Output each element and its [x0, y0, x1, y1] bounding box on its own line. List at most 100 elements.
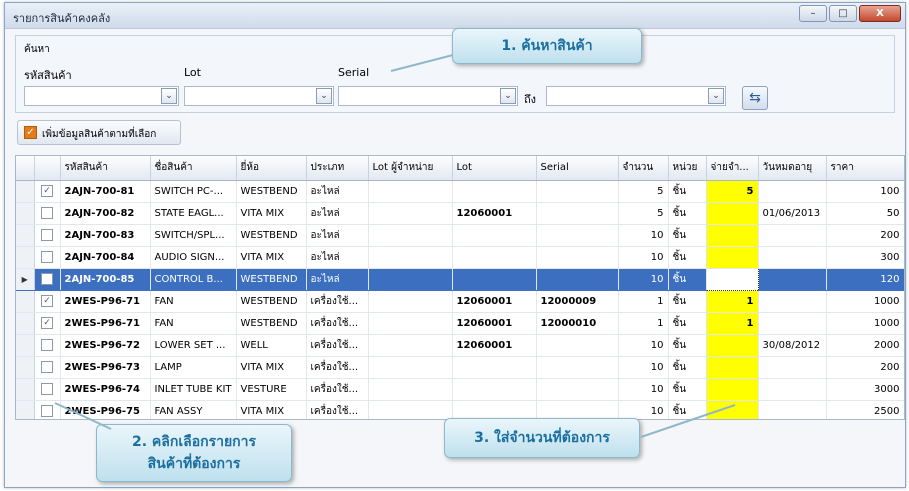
cell-name: FAN ASSY — [150, 400, 237, 419]
cell-price: 1000 — [826, 312, 904, 335]
row-checkbox[interactable] — [41, 383, 53, 395]
row-indicator[interactable] — [16, 246, 35, 269]
cell-type: เครื่องใช้... — [306, 334, 369, 357]
header-code[interactable]: รหัสสินค้า — [60, 156, 151, 181]
row-checkbox-cell — [34, 246, 61, 269]
row-indicator[interactable]: ▶ — [16, 268, 35, 291]
row-checkbox[interactable] — [41, 273, 53, 285]
row-indicator[interactable] — [16, 202, 35, 225]
chevron-down-icon[interactable]: ⌄ — [316, 88, 332, 104]
cell-issue[interactable] — [705, 267, 759, 291]
table-row[interactable]: 2AJN-700-82 STATE EAGL... VITA MIX อะไหล่ 12… — [16, 202, 904, 225]
cell-vendor-lot — [368, 400, 453, 419]
cell-serial — [536, 224, 619, 247]
row-checkbox[interactable] — [41, 207, 53, 219]
row-indicator[interactable] — [16, 290, 35, 313]
cell-serial — [536, 400, 619, 419]
header-lot[interactable]: Lot — [452, 156, 537, 181]
product-code-combo[interactable]: ⌄ — [24, 86, 179, 106]
chevron-down-icon[interactable]: ⌄ — [708, 88, 724, 104]
header-indicator — [16, 156, 35, 181]
cell-code: 2WES-P96-74 — [60, 378, 151, 401]
header-vendor-lot[interactable]: Lot ผู้จำหน่าย — [368, 156, 453, 181]
row-indicator[interactable] — [16, 224, 35, 247]
header-brand[interactable]: ยี่ห้อ — [236, 156, 307, 181]
row-indicator[interactable] — [16, 312, 35, 335]
cell-vendor-lot — [368, 180, 453, 203]
cell-price: 200 — [826, 356, 904, 379]
table-row[interactable]: 2WES-P96-75 FAN ASSY VITA MIX เครื่องใช้...… — [16, 400, 904, 419]
add-selected-button[interactable]: ✓ เพิ่มข้อมูลสินค้าตามที่เลือก — [17, 120, 181, 145]
cell-expiry — [758, 312, 827, 335]
table-row[interactable]: 2WES-P96-74 INLET TUBE KIT VESTURE เครื่องใ… — [16, 378, 904, 401]
minimize-button[interactable]: – — [799, 5, 827, 22]
cell-lot: 12060001 — [452, 290, 537, 313]
row-checkbox[interactable] — [41, 339, 53, 351]
cell-lot — [452, 246, 537, 269]
row-indicator[interactable] — [16, 334, 35, 357]
cell-issue[interactable] — [706, 202, 759, 225]
row-checkbox[interactable] — [41, 405, 53, 417]
serial-from-combo[interactable]: ⌄ — [338, 86, 518, 106]
row-indicator[interactable] — [16, 400, 35, 419]
cell-issue[interactable] — [706, 334, 759, 357]
chevron-down-icon[interactable]: ⌄ — [161, 88, 177, 104]
table-row[interactable]: ✓ 2WES-P96-71 FAN WESTBEND เครื่องใช้... 1206… — [16, 312, 904, 335]
chevron-down-icon[interactable]: ⌄ — [500, 88, 516, 104]
close-button[interactable]: X — [859, 5, 901, 22]
row-checkbox[interactable]: ✓ — [41, 185, 53, 197]
grid-header: รหัสสินค้า ชื่อสินค้า ยี่ห้อ ประเภท Lot … — [16, 156, 904, 181]
cell-qty: 10 — [618, 378, 669, 401]
cell-code: 2AJN-700-84 — [60, 246, 151, 269]
cell-issue[interactable]: 1 — [706, 290, 759, 313]
row-checkbox[interactable]: ✓ — [41, 317, 53, 329]
header-name[interactable]: ชื่อสินค้า — [150, 156, 237, 181]
row-indicator[interactable] — [16, 356, 35, 379]
header-unit[interactable]: หน่วย — [668, 156, 707, 181]
lot-combo[interactable]: ⌄ — [184, 86, 334, 106]
grid-body: ✓ 2AJN-700-81 SWITCH PC-... WESTBEND อะไหล่ 5… — [16, 180, 904, 419]
cell-unit: ชิ้น — [668, 356, 707, 379]
cell-issue[interactable] — [706, 378, 759, 401]
table-row[interactable]: 2AJN-700-83 SWITCH/SPL... WESTBEND อะไหล่ 10… — [16, 224, 904, 247]
table-row[interactable]: 2WES-P96-73 LAMP VITA MIX เครื่องใช้... 10 ชิ… — [16, 356, 904, 379]
header-check — [34, 156, 61, 181]
cell-issue[interactable]: 5 — [706, 180, 759, 203]
maximize-button[interactable]: □ — [829, 5, 857, 22]
cell-vendor-lot — [368, 246, 453, 269]
table-row[interactable]: ✓ 2AJN-700-81 SWITCH PC-... WESTBEND อะไหล่ 5… — [16, 180, 904, 203]
cell-serial — [536, 202, 619, 225]
table-row[interactable]: 2AJN-700-84 AUDIO SIGN... VITA MIX อะไหล่ 10… — [16, 246, 904, 269]
cell-type: อะไหล่ — [306, 246, 369, 269]
header-qty[interactable]: จำนวน — [618, 156, 669, 181]
table-row[interactable]: ✓ 2WES-P96-71 FAN WESTBEND เครื่องใช้... 1206… — [16, 290, 904, 313]
table-row[interactable]: ▶ 2AJN-700-85 CONTROL B... WESTBEND อะไหล่ 10… — [16, 267, 904, 291]
cell-expiry — [758, 400, 827, 419]
cell-lot: 12060001 — [452, 202, 537, 225]
table-row[interactable]: 2WES-P96-72 LOWER SET ... WELL เครื่องใช้..… — [16, 334, 904, 357]
row-checkbox[interactable] — [41, 251, 53, 263]
serial-to-combo[interactable]: ⌄ — [546, 86, 726, 106]
search-button[interactable]: ⇆ — [742, 86, 768, 110]
cell-name: STATE EAGL... — [150, 202, 237, 225]
cell-price: 1000 — [826, 290, 904, 313]
cell-qty: 10 — [618, 224, 669, 247]
row-checkbox[interactable] — [41, 229, 53, 241]
header-issue[interactable]: จ่ายจำ... — [706, 156, 759, 181]
header-expiry[interactable]: วันหมดอายุ — [758, 156, 827, 181]
cell-code: 2AJN-700-85 — [60, 268, 151, 291]
cell-qty: 10 — [618, 356, 669, 379]
header-price[interactable]: ราคา — [826, 156, 904, 181]
row-checkbox[interactable]: ✓ — [41, 295, 53, 307]
cell-issue[interactable]: 1 — [706, 312, 759, 335]
cell-issue[interactable] — [706, 400, 759, 419]
row-indicator[interactable] — [16, 180, 35, 203]
cell-issue[interactable] — [706, 246, 759, 269]
cell-issue[interactable] — [706, 356, 759, 379]
header-type[interactable]: ประเภท — [306, 156, 369, 181]
row-checkbox-cell — [34, 224, 61, 247]
row-checkbox[interactable] — [41, 361, 53, 373]
cell-issue[interactable] — [706, 224, 759, 247]
header-serial[interactable]: Serial — [536, 156, 619, 181]
row-indicator[interactable] — [16, 378, 35, 401]
